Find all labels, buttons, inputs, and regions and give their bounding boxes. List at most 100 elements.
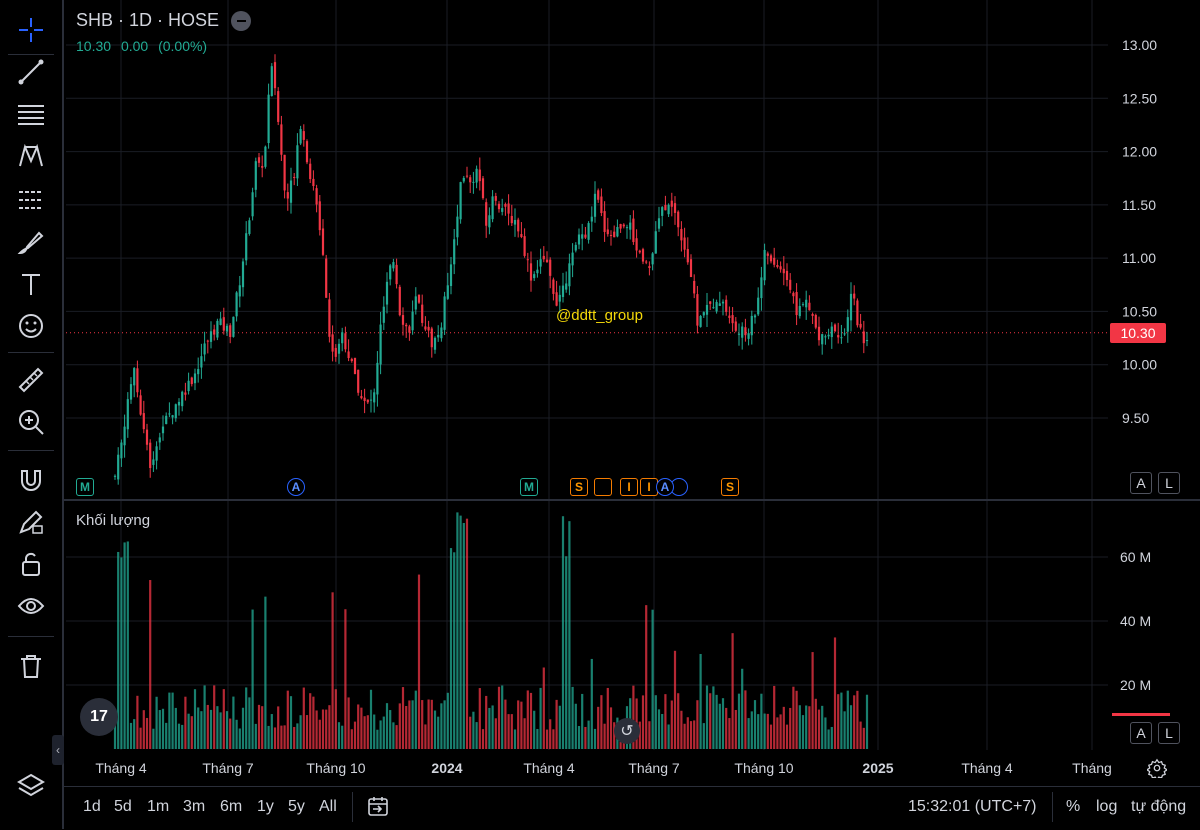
price-chart[interactable]: 13.00 12.50 12.00 11.50 11.00 10.50 10.00 9.50 6… — [0, 0, 1200, 829]
event-marker-a[interactable]: A — [287, 478, 305, 496]
symbol-title[interactable]: SHB · 1D · HOSE — [76, 10, 219, 31]
event-marker-s-stack[interactable] — [594, 478, 612, 496]
range-3m[interactable]: 3m — [183, 798, 205, 816]
volume-bar — [520, 701, 523, 749]
volume-bar — [817, 709, 821, 749]
range-1m[interactable]: 1m — [147, 798, 169, 816]
candle-body — [203, 343, 206, 355]
candle-body — [318, 201, 321, 231]
volume-axis-label: 60 M — [1120, 549, 1151, 565]
settings-gear-icon[interactable] — [1146, 757, 1168, 779]
candle-body — [139, 395, 142, 415]
go-to-date-icon[interactable] — [366, 794, 390, 823]
range-5y[interactable]: 5y — [288, 798, 305, 816]
candle-body — [824, 336, 827, 338]
candle-body — [261, 166, 264, 168]
candle-body — [584, 234, 587, 238]
candle-body — [350, 358, 353, 362]
candle-body — [462, 177, 465, 182]
candle-body — [779, 266, 782, 270]
volume-bar — [209, 709, 213, 749]
candle-body — [123, 426, 126, 446]
event-marker-m[interactable]: M — [520, 478, 538, 496]
volume-bar — [369, 689, 373, 749]
event-marker-s[interactable]: S — [721, 478, 739, 496]
volume-bar — [139, 727, 142, 749]
candle-body — [133, 368, 136, 386]
percent-scale-toggle[interactable]: % — [1066, 798, 1080, 816]
candle-body — [280, 124, 283, 155]
event-marker-a[interactable]: A — [656, 478, 674, 496]
tradingview-logo[interactable]: 17 — [80, 698, 118, 736]
volume-bar — [670, 700, 673, 749]
range-1y[interactable]: 1y — [257, 798, 274, 816]
volume-bar — [136, 695, 139, 749]
candle-body — [248, 220, 251, 234]
reset-chart-icon[interactable]: ↺ — [614, 718, 640, 744]
volume-bar — [609, 707, 613, 749]
volume-bar — [411, 700, 414, 749]
volume-bar — [507, 714, 510, 749]
volume-bar — [443, 700, 446, 749]
clock-timezone[interactable]: 15:32:01 (UTC+7) — [908, 798, 1037, 816]
volume-bar — [171, 692, 174, 749]
volume-bar — [702, 723, 705, 749]
volume-bar — [824, 717, 827, 749]
volume-bar — [760, 693, 763, 749]
candle-body — [830, 326, 833, 338]
candle-body — [603, 211, 606, 232]
volume-bar — [129, 722, 133, 749]
price-axis-label: 12.50 — [1122, 90, 1157, 106]
volume-bar — [286, 690, 289, 749]
price-axis-label: 12.00 — [1122, 144, 1157, 160]
event-marker-i[interactable]: I — [620, 478, 638, 496]
candle-body — [853, 293, 856, 299]
candle-body — [843, 333, 846, 335]
range-5d[interactable]: 5d — [114, 798, 132, 816]
volume-bar — [430, 699, 433, 749]
candle-body — [574, 244, 577, 251]
volume-bar — [801, 715, 805, 749]
volume-bar — [705, 685, 709, 749]
volume-bar — [814, 698, 817, 749]
volume-bar — [731, 633, 734, 749]
volume-bar — [526, 690, 529, 749]
candle-body — [376, 362, 379, 395]
volume-log-scale-button[interactable]: L — [1158, 722, 1180, 744]
candle-body — [497, 203, 501, 210]
event-marker-m[interactable]: M — [76, 478, 94, 496]
log-scale-button[interactable]: L — [1158, 472, 1180, 494]
symbol-header[interactable]: SHB · 1D · HOSE — [76, 10, 252, 31]
volume-bar — [389, 710, 392, 749]
candle-body — [613, 231, 616, 238]
volume-bar — [469, 716, 472, 749]
candle-body — [753, 315, 757, 318]
auto-scale-button[interactable]: A — [1130, 472, 1152, 494]
candle-body — [315, 188, 318, 205]
log-scale-toggle[interactable]: log — [1096, 798, 1117, 816]
volume-bar — [488, 707, 491, 749]
candle-body — [427, 326, 430, 331]
candle-body — [421, 304, 424, 323]
collapse-legend-icon[interactable] — [231, 10, 252, 31]
event-marker-s[interactable]: S — [570, 478, 588, 496]
volume-bar — [421, 700, 424, 749]
range-1d[interactable]: 1d — [83, 798, 101, 816]
candle-body — [859, 323, 862, 328]
auto-scale-toggle[interactable]: tự động — [1131, 798, 1186, 816]
candle-body — [472, 181, 475, 183]
volume-bar — [849, 705, 853, 749]
volume-bar — [270, 714, 273, 749]
range-6m[interactable]: 6m — [220, 798, 242, 816]
candle-body — [174, 404, 177, 419]
volume-bar — [568, 521, 571, 749]
candle-body — [737, 333, 741, 335]
volume-bar — [859, 721, 862, 749]
candle-body — [622, 224, 625, 227]
price-axis-label: 9.50 — [1122, 410, 1149, 426]
volume-bar — [299, 715, 302, 749]
range-all[interactable]: All — [319, 798, 337, 816]
volume-bar — [459, 515, 462, 749]
volume-auto-scale-button[interactable]: A — [1130, 722, 1152, 744]
volume-bar — [715, 694, 718, 749]
